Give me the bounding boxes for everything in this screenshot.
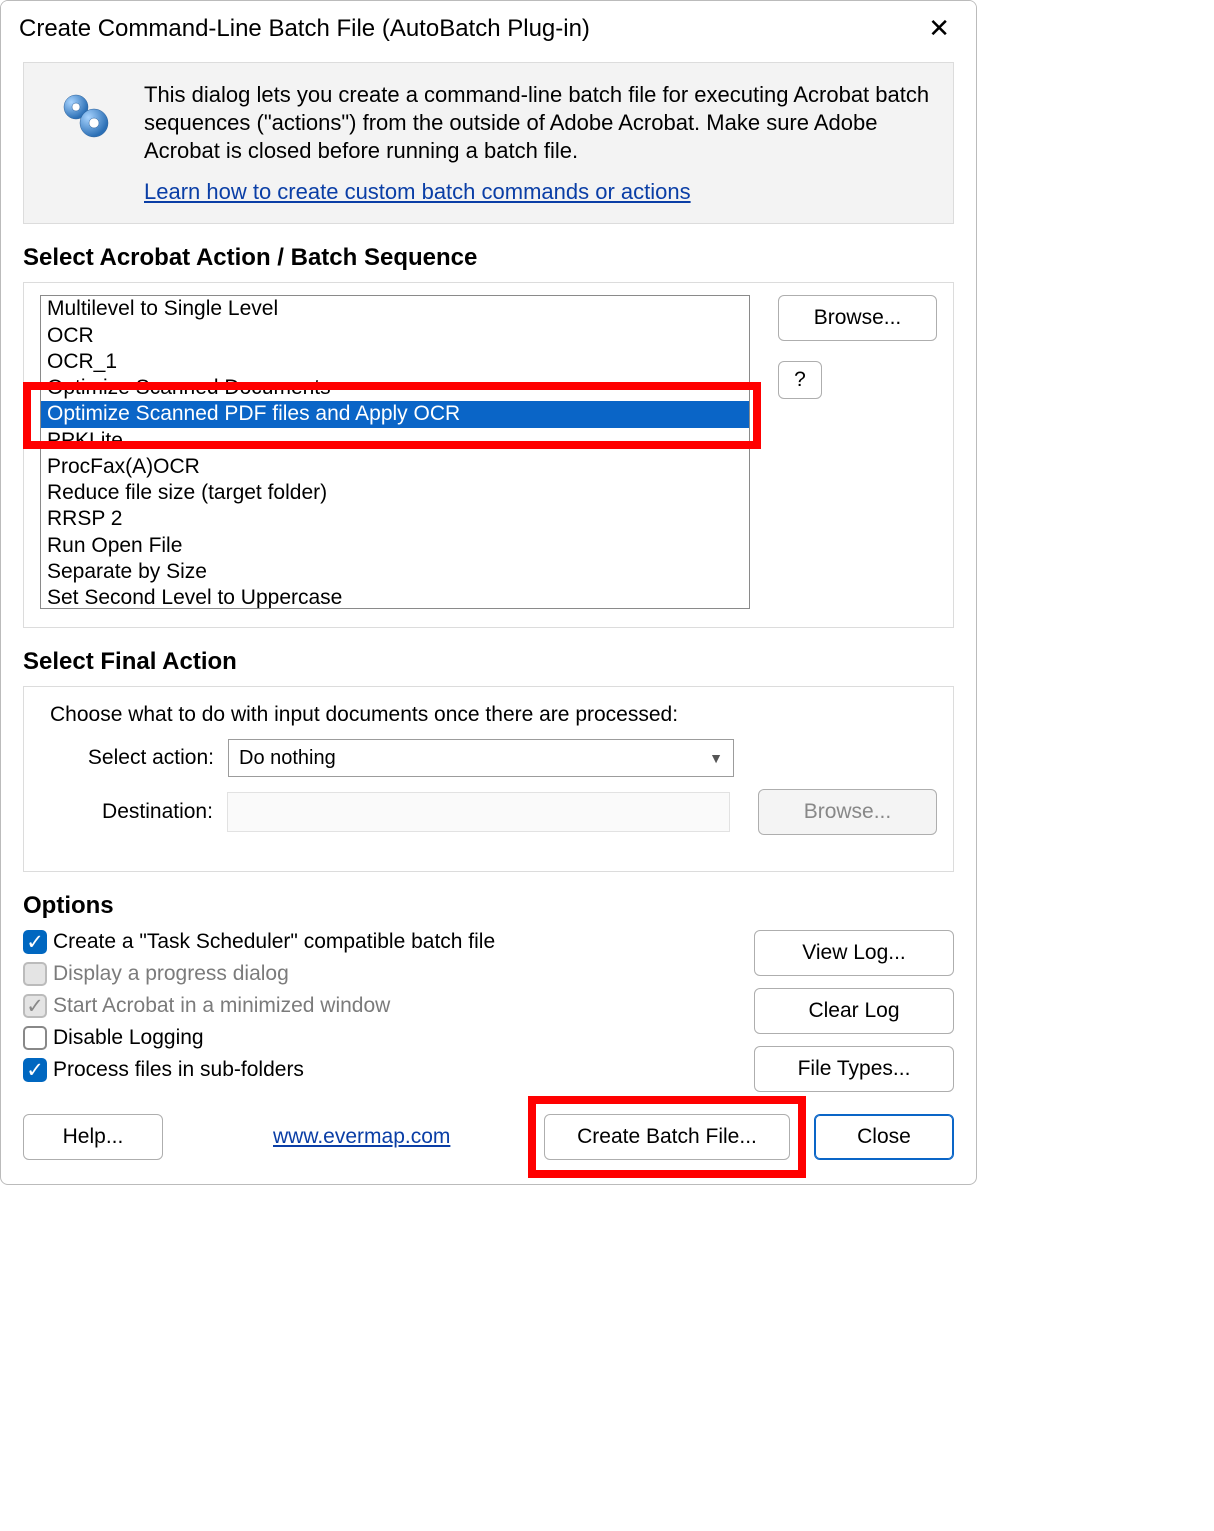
dialog-title: Create Command-Line Batch File (AutoBatc… [19,15,590,43]
list-item[interactable]: Multilevel to Single Level [41,296,749,322]
file-types-button[interactable]: File Types... [754,1046,954,1092]
options-header: Options [23,892,954,920]
close-button[interactable]: Close [814,1114,954,1160]
list-item[interactable]: Reduce file size (target folder) [41,480,749,506]
intro-text: This dialog lets you create a command-li… [144,81,933,165]
select-action-dropdown[interactable]: Do nothing ▼ [228,739,734,777]
destination-input[interactable] [227,792,730,832]
intro-panel: This dialog lets you create a command-li… [23,62,954,224]
list-item[interactable]: Separate by Size [41,559,749,585]
view-log-button[interactable]: View Log... [754,930,954,976]
list-item[interactable]: RRSP 2 [41,506,749,532]
disable-logging-checkbox[interactable] [23,1026,47,1050]
list-item[interactable]: Run Open File [41,533,749,559]
task-scheduler-checkbox[interactable]: ✓ [23,930,47,954]
destination-label: Destination: [40,800,213,824]
list-item[interactable]: Set Second Level to Uppercase [41,585,749,609]
create-batch-file-button[interactable]: Create Batch File... [544,1114,790,1160]
evermap-link[interactable]: www.evermap.com [273,1125,450,1149]
select-action-value: Do nothing [239,747,336,770]
minimized-checkbox: ✓ [23,994,47,1018]
browse-button[interactable]: Browse... [778,295,937,341]
subfolders-checkbox[interactable]: ✓ [23,1058,47,1082]
select-sequence-header: Select Acrobat Action / Batch Sequence [23,244,954,272]
list-item[interactable]: Optimize Scanned PDF files and Apply OCR [41,401,749,427]
learn-more-link[interactable]: Learn how to create custom batch command… [144,179,691,205]
minimized-label: Start Acrobat in a minimized window [53,994,390,1018]
help-button[interactable]: Help... [23,1114,163,1160]
select-action-label: Select action: [40,746,214,770]
subfolders-label: Process files in sub-folders [53,1058,304,1082]
chevron-down-icon: ▼ [709,750,723,766]
list-item[interactable]: OCR_1 [41,349,749,375]
final-action-header: Select Final Action [23,648,954,676]
list-item[interactable]: ProcFax(A)OCR [41,454,749,480]
list-item[interactable]: Optimize Scanned Documents [41,375,749,401]
close-icon[interactable]: ✕ [920,11,958,46]
progress-dialog-checkbox [23,962,47,986]
progress-dialog-label: Display a progress dialog [53,962,289,986]
clear-log-button[interactable]: Clear Log [754,988,954,1034]
gear-icon [56,87,112,143]
help-question-button[interactable]: ? [778,361,822,399]
destination-browse-button: Browse... [758,789,937,835]
final-prompt: Choose what to do with input documents o… [50,703,937,727]
list-item[interactable]: OCR [41,323,749,349]
disable-logging-label: Disable Logging [53,1026,204,1050]
task-scheduler-label: Create a "Task Scheduler" compatible bat… [53,930,495,954]
list-item[interactable]: PPKLite [41,428,749,454]
sequence-listbox[interactable]: Multilevel to Single LevelOCROCR_1Optimi… [40,295,750,609]
